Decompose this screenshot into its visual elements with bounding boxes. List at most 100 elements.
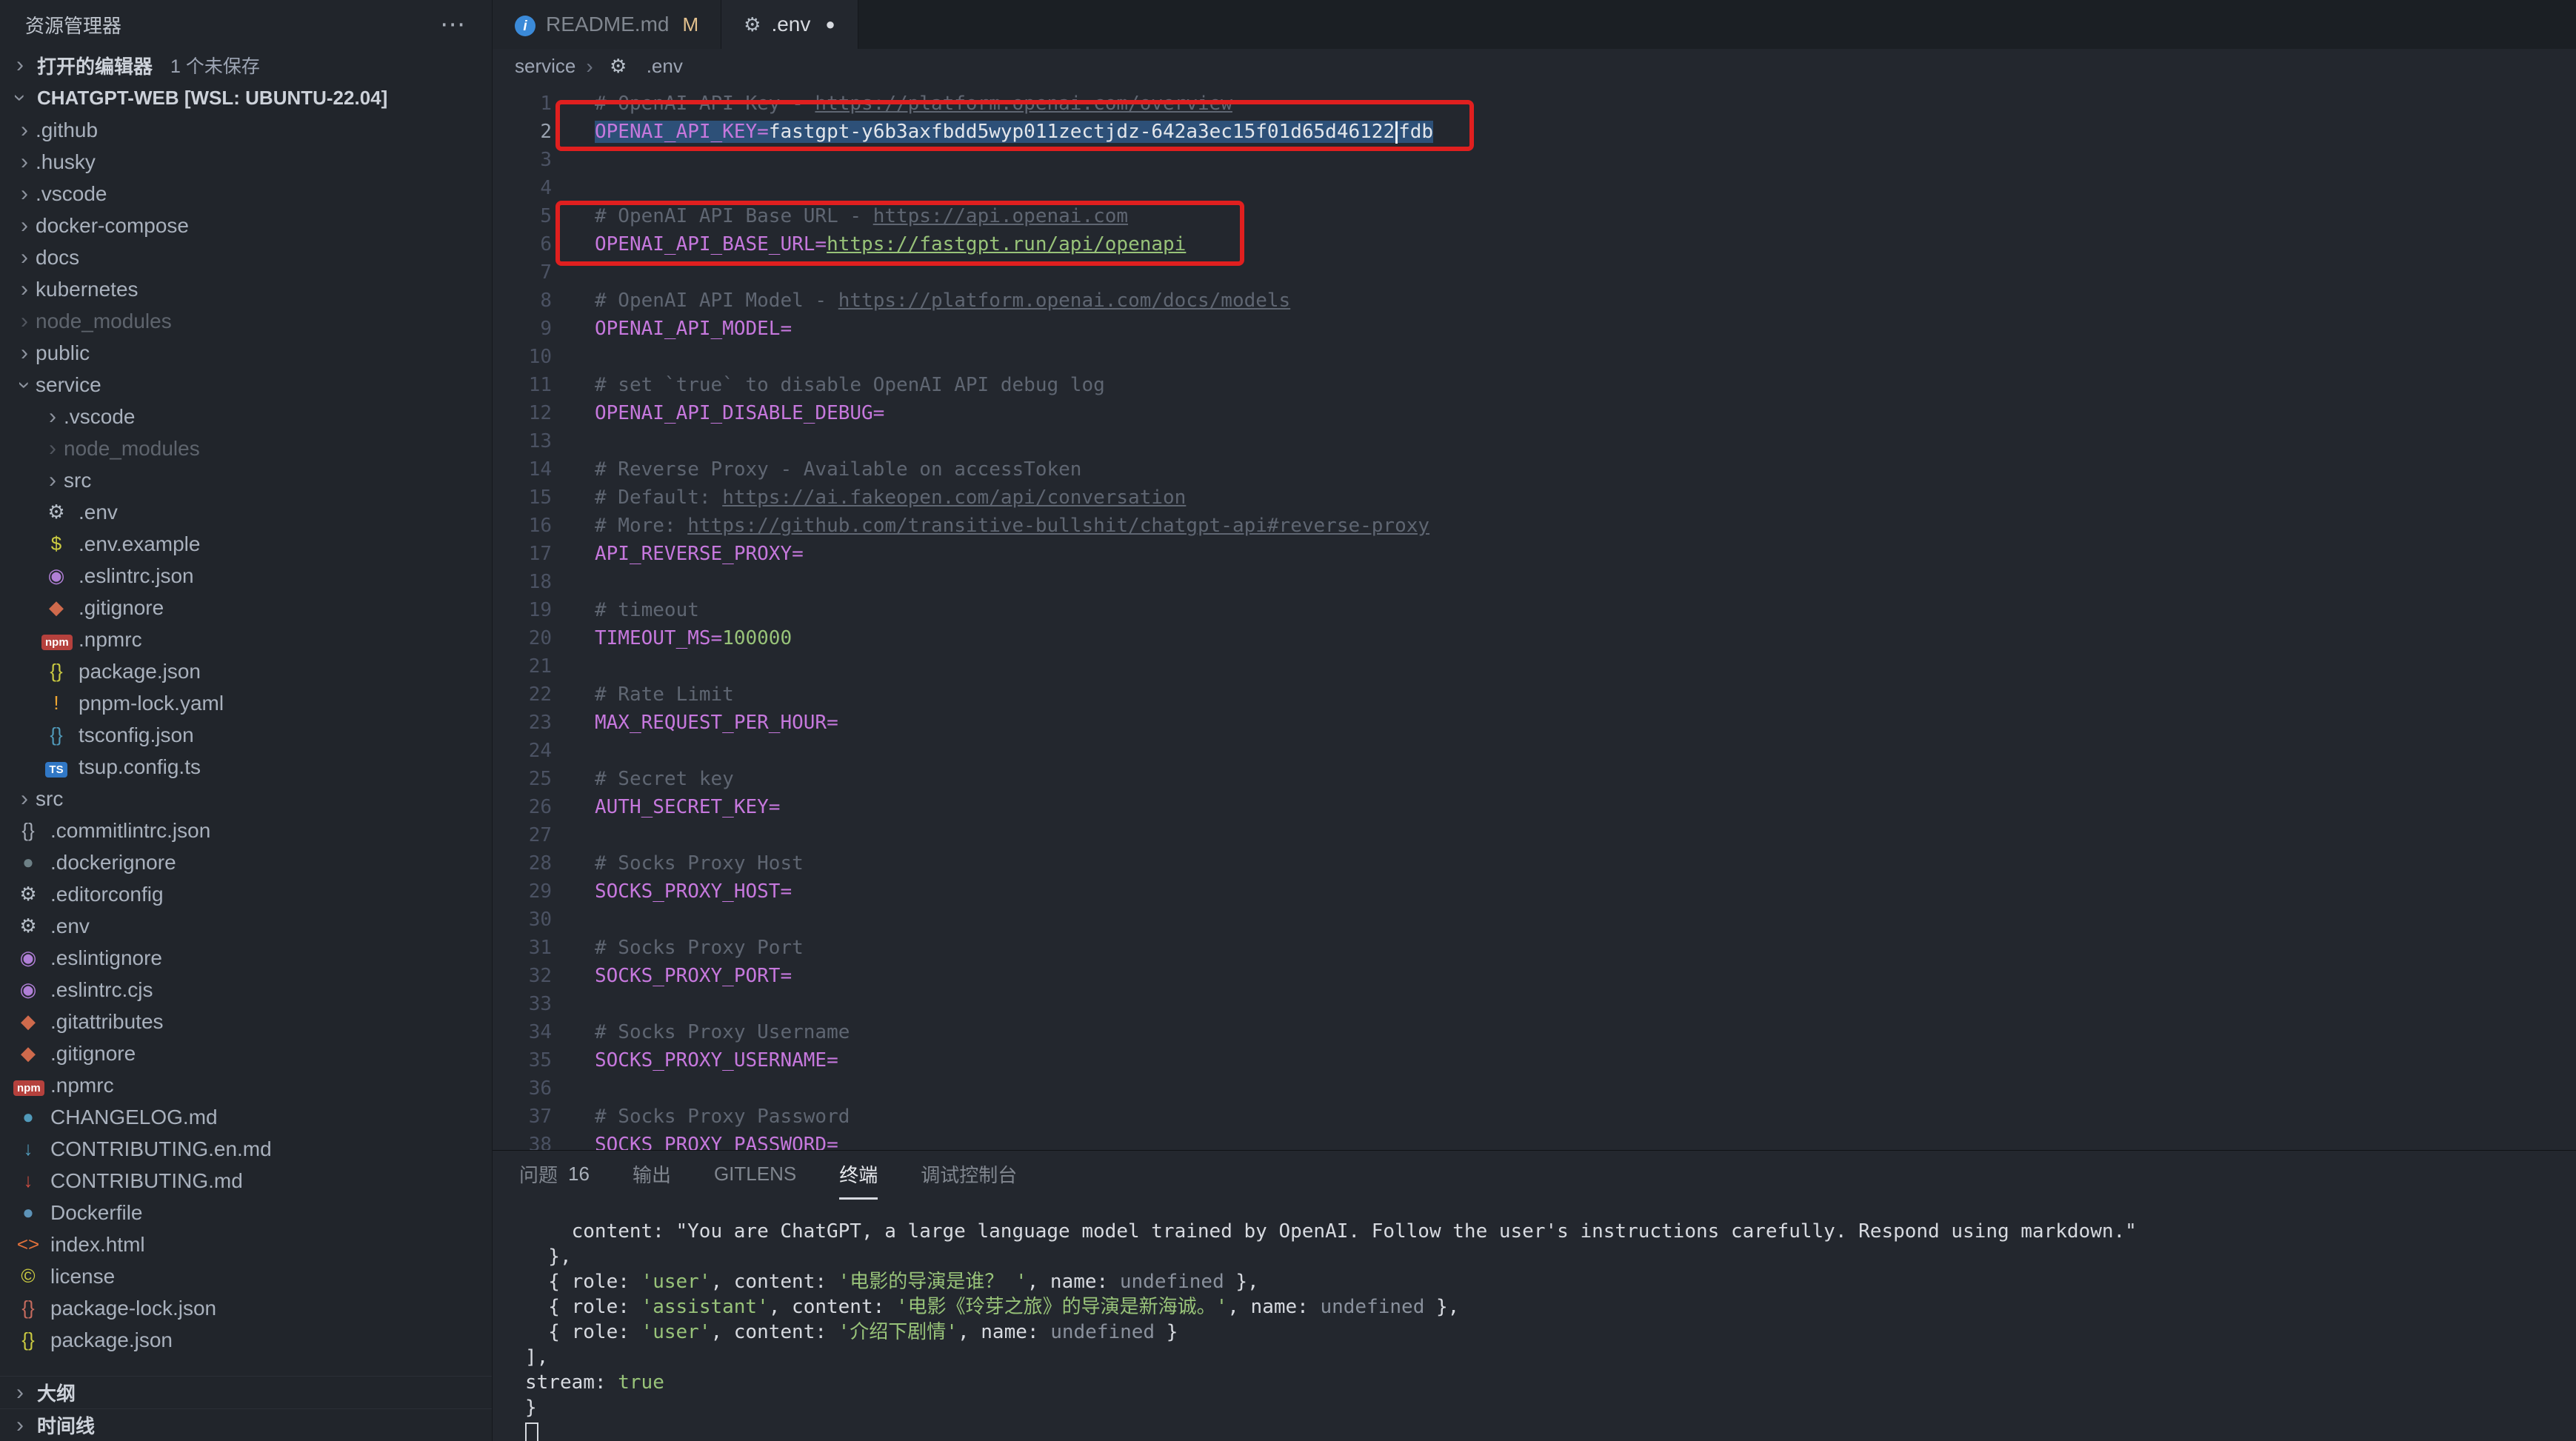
gear-icon: ⚙ <box>744 13 761 36</box>
tree-file-.editorconfig[interactable]: ⚙.editorconfig <box>0 878 492 910</box>
editor-line-22[interactable]: 22# Rate Limit <box>493 681 2576 709</box>
breadcrumb-item-.env[interactable]: ⚙.env <box>604 55 683 78</box>
editor-line-21[interactable]: 21 <box>493 652 2576 681</box>
tree-folder-.husky[interactable]: ›.husky <box>0 146 492 178</box>
line-number: 25 <box>493 765 552 793</box>
panel-tab-问题[interactable]: 问题16 <box>519 1151 590 1200</box>
tree-file-package.json[interactable]: {}package.json <box>0 1324 492 1356</box>
editor-line-13[interactable]: 13 <box>493 427 2576 455</box>
editor-line-6[interactable]: 6OPENAI_API_BASE_URL=https://fastgpt.run… <box>493 230 2576 258</box>
tree-file-.env[interactable]: ⚙.env <box>0 496 492 528</box>
editor-line-1[interactable]: 1# OpenAI API Key - https://platform.ope… <box>493 90 2576 118</box>
tree-file-.eslintignore[interactable]: ◉.eslintignore <box>0 942 492 974</box>
editor-line-3[interactable]: 3 <box>493 146 2576 174</box>
editor-line-8[interactable]: 8# OpenAI API Model - https://platform.o… <box>493 287 2576 315</box>
editor-line-34[interactable]: 34# Socks Proxy Username <box>493 1018 2576 1046</box>
tree-folder-.vscode[interactable]: ›.vscode <box>0 401 492 432</box>
tree-file-license[interactable]: ©license <box>0 1260 492 1292</box>
tree-folder-public[interactable]: ›public <box>0 337 492 369</box>
tree-file-tsup.config.ts[interactable]: TStsup.config.ts <box>0 751 492 783</box>
editor-line-25[interactable]: 25# Secret key <box>493 765 2576 793</box>
tree-file-.env.example[interactable]: $.env.example <box>0 528 492 560</box>
editor-line-23[interactable]: 23MAX_REQUEST_PER_HOUR= <box>493 709 2576 737</box>
editor-line-14[interactable]: 14# Reverse Proxy - Available on accessT… <box>493 455 2576 484</box>
panel-tab-GITLENS[interactable]: GITLENS <box>714 1151 796 1200</box>
tree-folder-docker-compose[interactable]: ›docker-compose <box>0 210 492 241</box>
tree-file-.gitattributes[interactable]: ◆.gitattributes <box>0 1006 492 1037</box>
panel-tab-调试控制台[interactable]: 调试控制台 <box>921 1151 1017 1200</box>
tree-folder-src[interactable]: ›src <box>0 464 492 496</box>
tree-file-.eslintrc.cjs[interactable]: ◉.eslintrc.cjs <box>0 974 492 1006</box>
editor-line-19[interactable]: 19# timeout <box>493 596 2576 624</box>
tree-file-CHANGELOG.md[interactable]: ●CHANGELOG.md <box>0 1101 492 1133</box>
unsaved-dot-icon[interactable]: ● <box>825 15 835 34</box>
timeline-section[interactable]: › 时间线 <box>0 1408 492 1441</box>
tree-folder-service[interactable]: ›service <box>0 369 492 401</box>
tree-folder-node_modules[interactable]: ›node_modules <box>0 305 492 337</box>
editor-line-36[interactable]: 36 <box>493 1074 2576 1103</box>
editor-line-12[interactable]: 12OPENAI_API_DISABLE_DEBUG= <box>493 399 2576 427</box>
tree-file-index.html[interactable]: <>index.html <box>0 1228 492 1260</box>
line-text: OPENAI_API_MODEL= <box>552 315 792 343</box>
editor-line-35[interactable]: 35SOCKS_PROXY_USERNAME= <box>493 1046 2576 1074</box>
tree-folder-node_modules[interactable]: ›node_modules <box>0 432 492 464</box>
editor-line-32[interactable]: 32SOCKS_PROXY_PORT= <box>493 962 2576 990</box>
tree-folder-.github[interactable]: ›.github <box>0 114 492 146</box>
tree-file-.gitignore[interactable]: ◆.gitignore <box>0 1037 492 1069</box>
terminal-output[interactable]: content: "You are ChatGPT, a large langu… <box>493 1200 2576 1441</box>
tree-file-CONTRIBUTING.en.md[interactable]: ↓CONTRIBUTING.en.md <box>0 1133 492 1165</box>
tree-folder-kubernetes[interactable]: ›kubernetes <box>0 273 492 305</box>
editor-line-20[interactable]: 20TIMEOUT_MS=100000 <box>493 624 2576 652</box>
editor-line-16[interactable]: 16# More: https://github.com/transitive-… <box>493 512 2576 540</box>
tree-file-.commitlintrc.json[interactable]: {}.commitlintrc.json <box>0 815 492 846</box>
tree-file-package-lock.json[interactable]: {}package-lock.json <box>0 1292 492 1324</box>
editor-line-29[interactable]: 29SOCKS_PROXY_HOST= <box>493 877 2576 906</box>
open-editors-section[interactable]: › 打开的编辑器 1 个未保存 <box>0 49 492 81</box>
editor-line-18[interactable]: 18 <box>493 568 2576 596</box>
tree-file-.gitignore[interactable]: ◆.gitignore <box>0 592 492 623</box>
editor-line-26[interactable]: 26AUTH_SECRET_KEY= <box>493 793 2576 821</box>
tab-.env[interactable]: ⚙.env● <box>721 0 858 49</box>
editor-line-9[interactable]: 9OPENAI_API_MODEL= <box>493 315 2576 343</box>
tree-file-package.json[interactable]: {}package.json <box>0 655 492 687</box>
outline-label: 大纲 <box>37 1379 76 1406</box>
tree-folder-docs[interactable]: ›docs <box>0 241 492 273</box>
editor-line-37[interactable]: 37# Socks Proxy Password <box>493 1103 2576 1131</box>
tree-file-pnpm-lock.yaml[interactable]: !pnpm-lock.yaml <box>0 687 492 719</box>
project-section[interactable]: › CHATGPT-WEB [WSL: UBUNTU-22.04] <box>0 81 492 114</box>
editor-line-28[interactable]: 28# Socks Proxy Host <box>493 849 2576 877</box>
editor-line-27[interactable]: 27 <box>493 821 2576 849</box>
tree-folder-.vscode[interactable]: ›.vscode <box>0 178 492 210</box>
code-area[interactable]: 1# OpenAI API Key - https://platform.ope… <box>493 84 2576 1150</box>
editor-line-11[interactable]: 11# set `true` to disable OpenAI API deb… <box>493 371 2576 399</box>
tree-file-CONTRIBUTING.md[interactable]: ↓CONTRIBUTING.md <box>0 1165 492 1197</box>
outline-section[interactable]: › 大纲 <box>0 1376 492 1408</box>
editor-line-15[interactable]: 15# Default: https://ai.fakeopen.com/api… <box>493 484 2576 512</box>
editor-line-30[interactable]: 30 <box>493 906 2576 934</box>
editor-line-24[interactable]: 24 <box>493 737 2576 765</box>
tree-file-Dockerfile[interactable]: ●Dockerfile <box>0 1197 492 1228</box>
terminal-line-5: { role: 'user', content: '介绍下剧情', name: … <box>525 1320 2576 1345</box>
editor-line-33[interactable]: 33 <box>493 990 2576 1018</box>
tree-file-.npmrc[interactable]: npm.npmrc <box>0 623 492 655</box>
tree-file-.eslintrc.json[interactable]: ◉.eslintrc.json <box>0 560 492 592</box>
tree-file-tsconfig.json[interactable]: {}tsconfig.json <box>0 719 492 751</box>
tree-file-.dockerignore[interactable]: ●.dockerignore <box>0 846 492 878</box>
breadcrumb-item-service[interactable]: service <box>515 55 575 78</box>
editor-line-5[interactable]: 5# OpenAI API Base URL - https://api.ope… <box>493 202 2576 230</box>
editor-line-2[interactable]: 2OPENAI_API_KEY=fastgpt-y6b3axfbdd5wyp01… <box>493 118 2576 146</box>
tree-file-.env[interactable]: ⚙.env <box>0 910 492 942</box>
editor-line-10[interactable]: 10 <box>493 343 2576 371</box>
editor-line-31[interactable]: 31# Socks Proxy Port <box>493 934 2576 962</box>
tab-README.md[interactable]: iREADME.mdM <box>493 0 721 49</box>
panel-tab-终端[interactable]: 终端 <box>839 1151 878 1200</box>
editor-line-7[interactable]: 7 <box>493 258 2576 287</box>
editor[interactable]: 1# OpenAI API Key - https://platform.ope… <box>493 84 2576 1150</box>
panel-tab-输出[interactable]: 输出 <box>633 1151 671 1200</box>
editor-line-17[interactable]: 17API_REVERSE_PROXY= <box>493 540 2576 568</box>
tree-file-.npmrc[interactable]: npm.npmrc <box>0 1069 492 1101</box>
tree-folder-src[interactable]: ›src <box>0 783 492 815</box>
editor-line-4[interactable]: 4 <box>493 174 2576 202</box>
editor-line-38[interactable]: 38SOCKS_PROXY_PASSWORD= <box>493 1131 2576 1150</box>
more-actions-icon[interactable]: ⋯ <box>440 10 467 39</box>
